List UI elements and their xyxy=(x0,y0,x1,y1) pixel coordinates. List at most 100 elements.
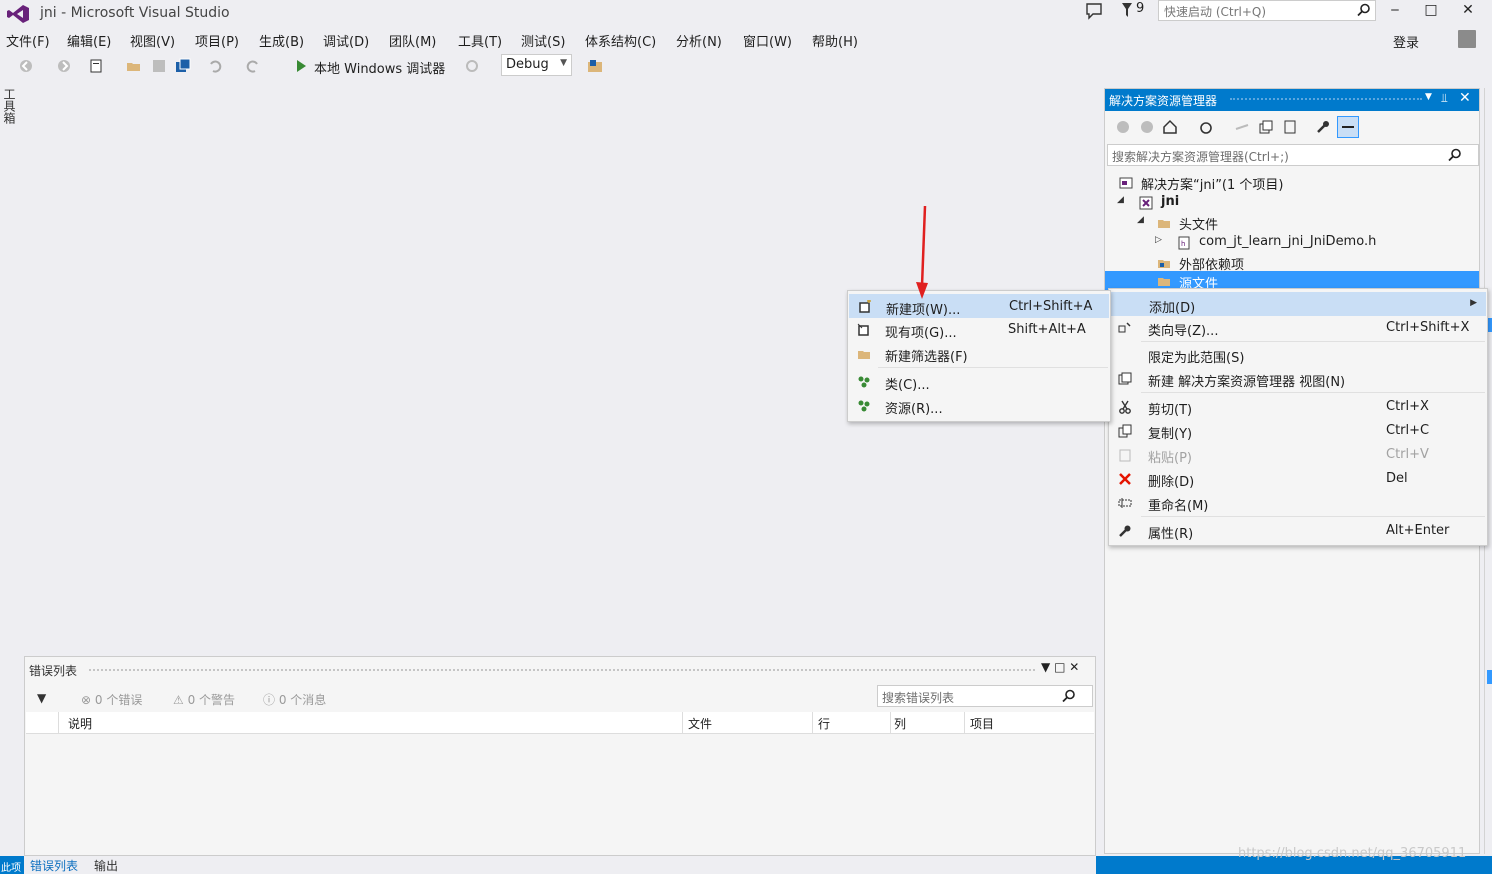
search-icon[interactable] xyxy=(1062,689,1076,703)
error-list-window-controls: ▼ □ ✕ xyxy=(1041,660,1079,674)
menu-item-new-view[interactable]: 新建 解决方案资源管理器 视图(N) xyxy=(1110,367,1486,391)
menu-architecture[interactable]: 体系结构(C) xyxy=(585,31,656,50)
menu-debug[interactable]: 调试(D) xyxy=(323,31,369,50)
tab-output[interactable]: 输出 xyxy=(94,857,118,874)
expanded-arrow-icon[interactable]: ◢ xyxy=(1117,195,1124,205)
pin-icon[interactable]: ⫫ xyxy=(1441,91,1448,106)
tree-item-project[interactable]: ◢ jni xyxy=(1115,193,1475,213)
search-icon[interactable] xyxy=(1357,3,1371,17)
pending-changes-icon[interactable] xyxy=(1198,119,1214,135)
redo-icon[interactable] xyxy=(245,58,261,74)
menu-test[interactable]: 测试(S) xyxy=(521,31,565,50)
undo-icon[interactable] xyxy=(207,58,223,74)
tab-error-list[interactable]: 错误列表 xyxy=(30,857,78,874)
menu-analyze[interactable]: 分析(N) xyxy=(676,31,722,50)
chevron-down-icon[interactable]: ▼ xyxy=(1041,660,1050,674)
toolbox-tab[interactable]: 工具箱 xyxy=(2,88,18,128)
chevron-down-icon[interactable]: ▼ xyxy=(1425,92,1432,102)
solution-configuration-select[interactable]: Debug ▼ xyxy=(501,54,572,76)
save-icon[interactable] xyxy=(151,58,167,74)
properties-wrench-icon[interactable] xyxy=(1315,119,1331,135)
tree-item-external-deps[interactable]: 外部依赖项 xyxy=(1115,253,1475,273)
maximize-icon[interactable]: □ xyxy=(1054,660,1065,674)
submenu-item-resource[interactable]: 资源(R)... xyxy=(849,394,1109,418)
notification-count: 9 xyxy=(1136,1,1145,16)
menu-item-rename[interactable]: 重命名(M) xyxy=(1110,491,1486,515)
messages-filter-button[interactable]: ⓘ 0 个消息 xyxy=(263,691,326,708)
sync-icon[interactable] xyxy=(1234,119,1250,135)
find-in-files-icon[interactable] xyxy=(587,58,603,74)
tree-item-header-file[interactable]: ▷ h com_jt_learn_jni_JniDemo.h xyxy=(1115,233,1475,253)
menu-help[interactable]: 帮助(H) xyxy=(812,31,858,50)
menu-view[interactable]: 视图(V) xyxy=(130,31,175,50)
menu-item-properties[interactable]: 属性(R) Alt+Enter xyxy=(1110,519,1486,543)
menu-file[interactable]: 文件(F) xyxy=(6,31,50,50)
project-icon xyxy=(1139,196,1153,210)
menu-item-shortcut: Ctrl+Shift+X xyxy=(1386,320,1470,335)
menu-project[interactable]: 项目(P) xyxy=(195,31,239,50)
menu-item-shortcut: Del xyxy=(1386,471,1408,486)
tree-item-header-files[interactable]: ◢ 头文件 xyxy=(1115,213,1475,233)
panel-grip[interactable] xyxy=(89,669,1035,673)
menu-item-cut[interactable]: 剪切(T) Ctrl+X xyxy=(1110,395,1486,419)
user-avatar-icon[interactable] xyxy=(1458,30,1476,48)
close-icon[interactable]: ✕ xyxy=(1459,90,1471,106)
home-icon[interactable] xyxy=(1162,119,1178,135)
menu-build[interactable]: 生成(B) xyxy=(259,31,304,50)
menu-item-add[interactable]: 添加(D) ▶ xyxy=(1110,292,1486,316)
collapsed-arrow-icon[interactable]: ▷ xyxy=(1155,235,1162,245)
back-icon[interactable] xyxy=(18,58,34,74)
save-all-icon[interactable] xyxy=(175,58,191,74)
menu-item-scope-to-this[interactable]: 限定为此范围(S) xyxy=(1110,343,1486,367)
tree-item-solution[interactable]: 解决方案“jni”(1 个项目) xyxy=(1115,173,1475,193)
menu-team[interactable]: 团队(M) xyxy=(389,31,436,50)
submenu-item-new-filter[interactable]: 新建筛选器(F) xyxy=(849,342,1109,366)
start-debugging-icon[interactable] xyxy=(293,58,309,74)
submenu-item-existing-item[interactable]: 现有项(G)... Shift+Alt+A xyxy=(849,318,1109,342)
close-icon[interactable]: ✕ xyxy=(1069,660,1079,674)
delete-x-icon xyxy=(1119,473,1131,485)
search-icon[interactable] xyxy=(1448,148,1462,162)
notification-flag-icon[interactable] xyxy=(1120,1,1134,19)
feedback-icon[interactable] xyxy=(1084,1,1104,21)
menu-item-delete[interactable]: 删除(D) Del xyxy=(1110,467,1486,491)
submenu-item-new-item[interactable]: 新建项(W)... Ctrl+Shift+A xyxy=(849,294,1109,318)
menu-item-class-wizard[interactable]: 类向导(Z)... Ctrl+Shift+X xyxy=(1110,316,1486,340)
preview-selected-items-icon[interactable] xyxy=(1337,116,1359,138)
start-debugger-label[interactable]: 本地 Windows 调试器 xyxy=(314,58,445,77)
menu-edit[interactable]: 编辑(E) xyxy=(67,31,111,50)
menu-window[interactable]: 窗口(W) xyxy=(743,31,792,50)
errors-filter-button[interactable]: ⊗ 0 个错误 xyxy=(81,691,142,708)
error-list-search-input[interactable]: 搜索错误列表 xyxy=(877,685,1093,707)
open-file-icon[interactable] xyxy=(126,58,142,74)
filter-icon[interactable]: ▼ xyxy=(37,691,46,705)
submenu-item-class[interactable]: 类(C)... xyxy=(849,370,1109,394)
quick-launch-input[interactable]: 快速启动 (Ctrl+Q) xyxy=(1158,0,1376,21)
column-project[interactable]: 项目 xyxy=(970,715,994,732)
forward-icon[interactable] xyxy=(56,58,72,74)
menu-item-label: 粘贴(P) xyxy=(1148,451,1192,466)
refresh-icon[interactable] xyxy=(464,58,480,74)
column-file[interactable]: 文件 xyxy=(688,715,712,732)
wrench-icon xyxy=(1119,525,1131,537)
panel-grip[interactable] xyxy=(1230,98,1422,102)
menu-tools[interactable]: 工具(T) xyxy=(458,31,502,50)
minimize-button[interactable]: ‒ xyxy=(1380,0,1410,22)
maximize-button[interactable]: □ xyxy=(1416,0,1446,22)
solution-explorer-search-input[interactable]: 搜索解决方案资源管理器(Ctrl+;) xyxy=(1107,144,1479,166)
menu-item-paste[interactable]: 粘贴(P) Ctrl+V xyxy=(1110,443,1486,467)
sign-in-link[interactable]: 登录 xyxy=(1393,32,1419,51)
warnings-filter-button[interactable]: ⚠ 0 个警告 xyxy=(173,691,235,708)
menu-item-copy[interactable]: 复制(Y) Ctrl+C xyxy=(1110,419,1486,443)
forward-icon[interactable] xyxy=(1139,119,1155,135)
column-column[interactable]: 列 xyxy=(894,715,906,732)
expanded-arrow-icon[interactable]: ◢ xyxy=(1137,215,1144,225)
column-line[interactable]: 行 xyxy=(818,715,830,732)
collapse-all-icon[interactable] xyxy=(1258,119,1274,135)
show-all-files-icon[interactable] xyxy=(1282,119,1298,135)
close-window-button[interactable]: ✕ xyxy=(1453,0,1483,22)
back-icon[interactable] xyxy=(1115,119,1131,135)
column-description[interactable]: 说明 xyxy=(68,715,92,732)
dock-tab-marker[interactable] xyxy=(1487,670,1492,684)
new-project-icon[interactable] xyxy=(88,58,104,74)
